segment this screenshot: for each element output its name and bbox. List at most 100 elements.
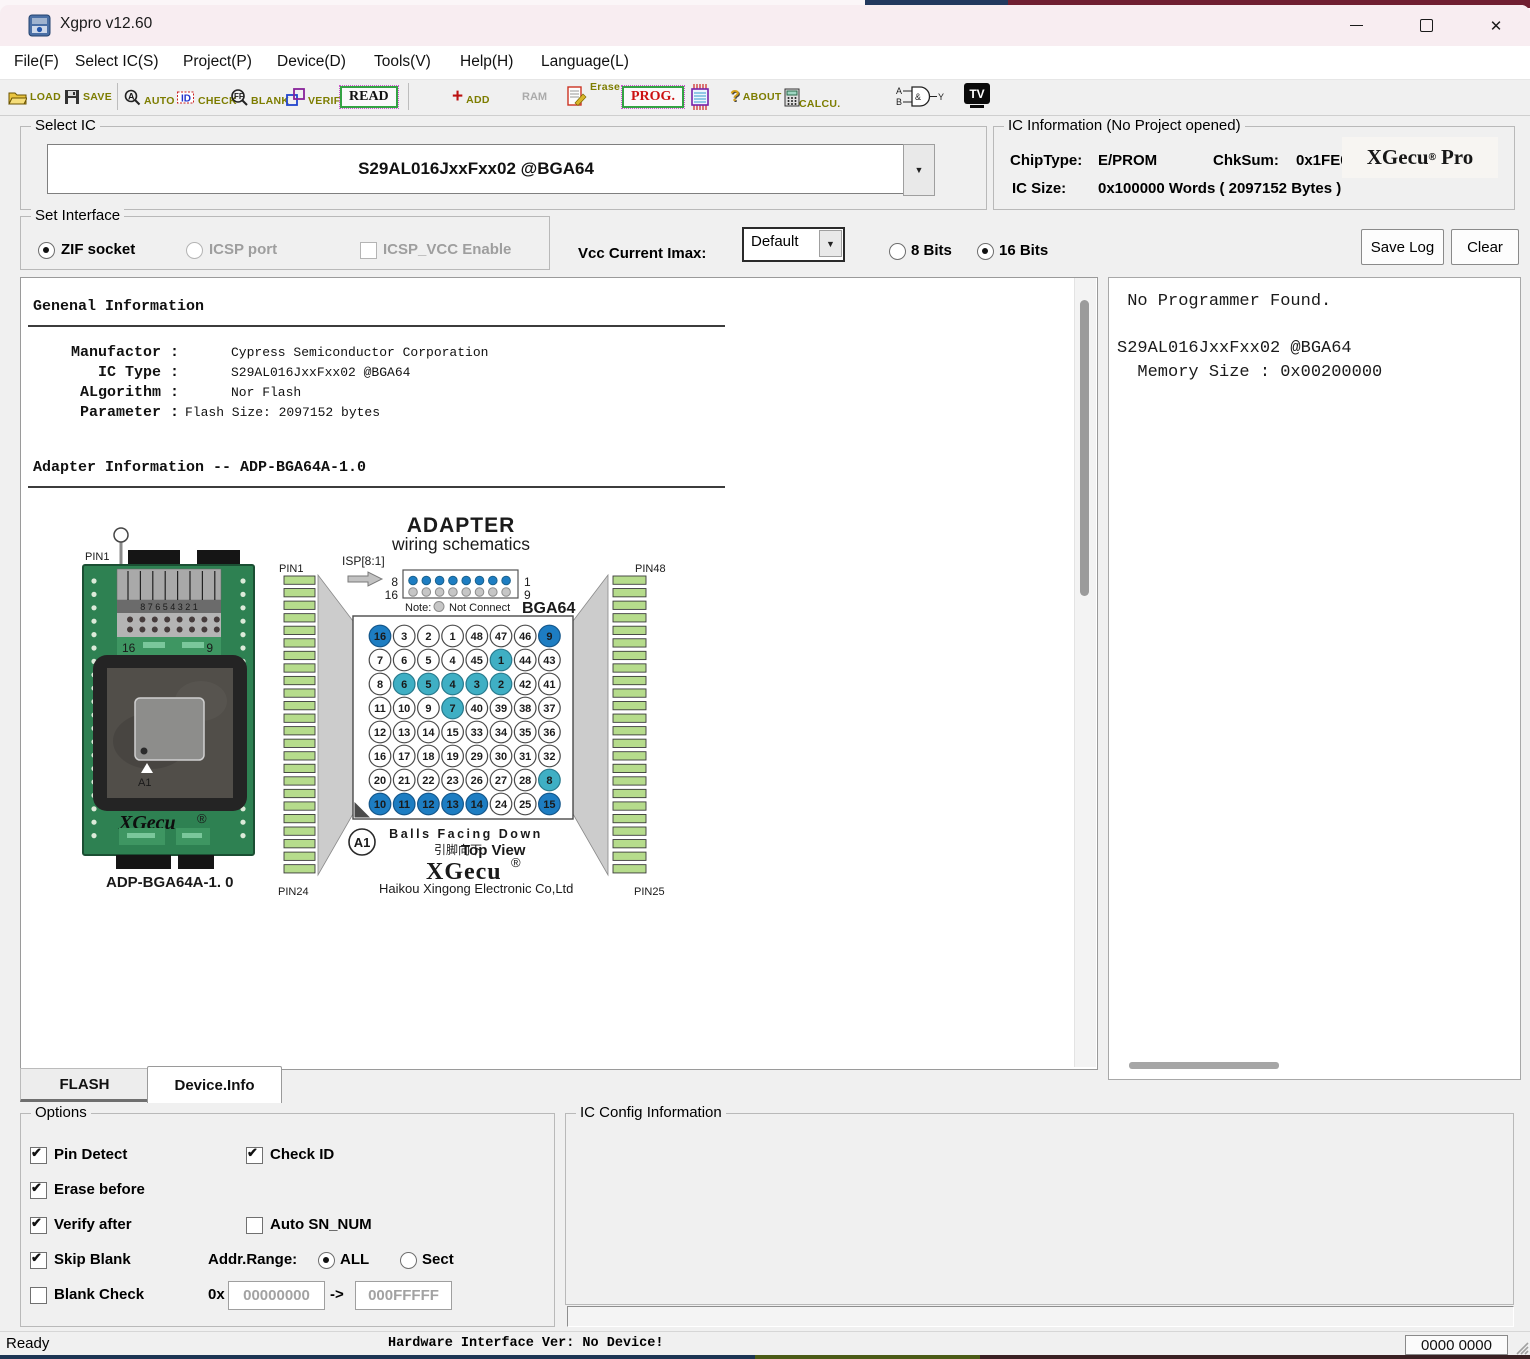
verify-after-checkbox[interactable]: ✔ xyxy=(30,1217,47,1234)
toolbar-check-button[interactable]: ID CHECK xyxy=(176,83,237,111)
toolbar-ram-button[interactable]: RAM xyxy=(522,83,547,111)
svg-text:BGA64: BGA64 xyxy=(522,600,575,617)
auto-sn-num-checkbox[interactable]: ✔ xyxy=(246,1217,263,1234)
menu-file[interactable]: File(F) xyxy=(14,53,59,71)
ic-dropdown-button[interactable]: ▼ xyxy=(903,144,935,196)
blank-check-checkbox[interactable]: ✔ xyxy=(30,1287,47,1304)
tab-device-info[interactable]: Device.Info xyxy=(147,1066,282,1103)
log-panel: No Programmer Found. S29AL016JxxFxx02 @B… xyxy=(1108,277,1521,1080)
range-to-field[interactable]: 000FFFFF xyxy=(355,1281,452,1310)
adapter-info-title: Adapter Information -- ADP-BGA64A-1.0 xyxy=(33,459,366,476)
toolbar-erase-button[interactable]: Erase xyxy=(566,81,620,109)
check-id-checkbox[interactable]: ✔ xyxy=(246,1147,263,1164)
floppy-save-icon xyxy=(64,89,80,105)
svg-text:8: 8 xyxy=(546,775,552,787)
16bits-radio[interactable] xyxy=(977,243,994,260)
status-ready: Ready xyxy=(6,1335,49,1352)
svg-text:4: 4 xyxy=(450,655,457,667)
toolbar-blank-button[interactable]: FF BLANK xyxy=(230,83,289,111)
menu-select-ic[interactable]: Select IC(S) xyxy=(75,53,159,71)
svg-text:28: 28 xyxy=(519,775,531,787)
auto-sn-num-label: Auto SN_NUM xyxy=(270,1216,372,1233)
log-text: No Programmer Found. S29AL016JxxFxx02 @B… xyxy=(1117,290,1382,384)
icsize-label: IC Size: xyxy=(1012,180,1066,197)
resize-grip[interactable] xyxy=(1513,1339,1529,1355)
set-interface-legend: Set Interface xyxy=(31,207,124,224)
toolbar-erase-label: Erase xyxy=(590,81,620,93)
icsize-value: 0x100000 Words ( 2097152 Bytes ) xyxy=(1098,180,1341,197)
svg-text:9: 9 xyxy=(425,703,431,715)
toolbar-logic-gate-button[interactable]: AB & Y xyxy=(896,83,946,111)
chevron-down-icon: ▼ xyxy=(915,165,924,175)
svg-text:A: A xyxy=(128,91,135,101)
toolbar-read-button[interactable]: READ xyxy=(340,83,398,111)
toolbar-load-button[interactable]: LOAD xyxy=(8,83,61,111)
erase-before-checkbox[interactable]: ✔ xyxy=(30,1182,47,1199)
toolbar-chip-button[interactable] xyxy=(688,83,712,111)
menu-language[interactable]: Language(L) xyxy=(541,53,629,71)
svg-text:13: 13 xyxy=(446,799,458,811)
vertical-scrollbar[interactable] xyxy=(1074,278,1096,1067)
toolbar-blank-label: BLANK xyxy=(251,95,289,107)
horizontal-scrollbar-thumb[interactable] xyxy=(1129,1062,1279,1069)
skip-blank-checkbox[interactable]: ✔ xyxy=(30,1252,47,1269)
close-button[interactable]: ✕ xyxy=(1473,5,1519,46)
toolbar-tv-button[interactable]: TV xyxy=(964,83,990,111)
svg-text:11: 11 xyxy=(398,799,410,811)
selected-ic-combobox[interactable]: S29AL016JxxFxx02 @BGA64 xyxy=(47,144,905,194)
chiptype-label: ChipType: xyxy=(1010,152,1082,169)
save-log-button[interactable]: Save Log xyxy=(1361,229,1444,265)
menu-help[interactable]: Help(H) xyxy=(460,53,513,71)
icsp-vcc-checkbox[interactable]: ✔ xyxy=(360,242,377,259)
toolbar-about-button[interactable]: ? ABOUT xyxy=(730,83,782,111)
toolbar: LOAD SAVE A AUTO ID CHECK FF BLANK VERIF… xyxy=(0,79,1530,116)
svg-text:47: 47 xyxy=(495,631,507,643)
svg-text:®: ® xyxy=(511,855,521,870)
addr-all-radio[interactable] xyxy=(318,1252,335,1269)
pin-detect-checkbox[interactable]: ✔ xyxy=(30,1147,47,1164)
svg-text:48: 48 xyxy=(471,631,483,643)
toolbar-prog-button[interactable]: PROG. xyxy=(622,83,684,111)
maximize-button[interactable] xyxy=(1403,5,1449,46)
background-strip-navy xyxy=(0,1355,755,1359)
8bits-radio[interactable] xyxy=(889,243,906,260)
scrollbar-thumb[interactable] xyxy=(1080,300,1089,596)
addr-sect-label: Sect xyxy=(422,1251,454,1268)
ic-chip-icon xyxy=(688,84,712,110)
overlap-squares-icon xyxy=(286,88,305,106)
toolbar-auto-button[interactable]: A AUTO xyxy=(124,83,175,111)
tab-flash[interactable]: FLASH xyxy=(20,1068,149,1102)
vcc-imax-combobox[interactable]: Default ▼ xyxy=(742,227,845,262)
icsp-port-radio[interactable] xyxy=(186,242,203,259)
vcc-dropdown-button[interactable]: ▼ xyxy=(819,230,842,257)
toolbar-verify-button[interactable]: VERIFY xyxy=(286,83,348,111)
toolbar-save-button[interactable]: SAVE xyxy=(64,83,112,111)
and-gate-icon: AB & Y xyxy=(896,85,946,109)
general-info-title: Genenal Information xyxy=(33,298,204,315)
range-from-field[interactable]: 00000000 xyxy=(228,1281,325,1310)
zif-socket-radio[interactable] xyxy=(38,242,55,259)
general-info-row: IC Type :S29AL016JxxFxx02 @BGA64 xyxy=(31,364,410,381)
minimize-button[interactable] xyxy=(1333,5,1379,46)
svg-text:1: 1 xyxy=(524,575,531,589)
icsp-port-label: ICSP port xyxy=(209,241,277,258)
clear-button[interactable]: Clear xyxy=(1451,229,1519,265)
title-bar: Xgpro v12.60 ✕ xyxy=(0,5,1530,46)
toolbar-calcu-button[interactable]: CALCU. xyxy=(784,83,844,111)
svg-text:PIN48: PIN48 xyxy=(635,563,666,575)
svg-text:16: 16 xyxy=(374,751,386,763)
toolbar-add-button[interactable]: + ADD xyxy=(452,83,490,111)
question-mark-icon: ? xyxy=(730,88,740,106)
addr-sect-radio[interactable] xyxy=(400,1252,417,1269)
chksum-label: ChkSum: xyxy=(1213,152,1279,169)
svg-text:Haikou Xingong Electronic Co,L: Haikou Xingong Electronic Co,Ltd xyxy=(379,881,573,896)
menu-tools[interactable]: Tools(V) xyxy=(374,53,431,71)
range-arrow: -> xyxy=(330,1286,344,1303)
menu-device[interactable]: Device(D) xyxy=(277,53,346,71)
logo-brand: XGecu xyxy=(1367,145,1429,170)
addr-range-label: Addr.Range: xyxy=(208,1251,297,1268)
svg-text:ADP-BGA64A-1. 0: ADP-BGA64A-1. 0 xyxy=(106,874,234,891)
svg-text:6: 6 xyxy=(401,655,407,667)
menu-project[interactable]: Project(P) xyxy=(183,53,252,71)
background-strip-maroon xyxy=(980,1355,1530,1359)
